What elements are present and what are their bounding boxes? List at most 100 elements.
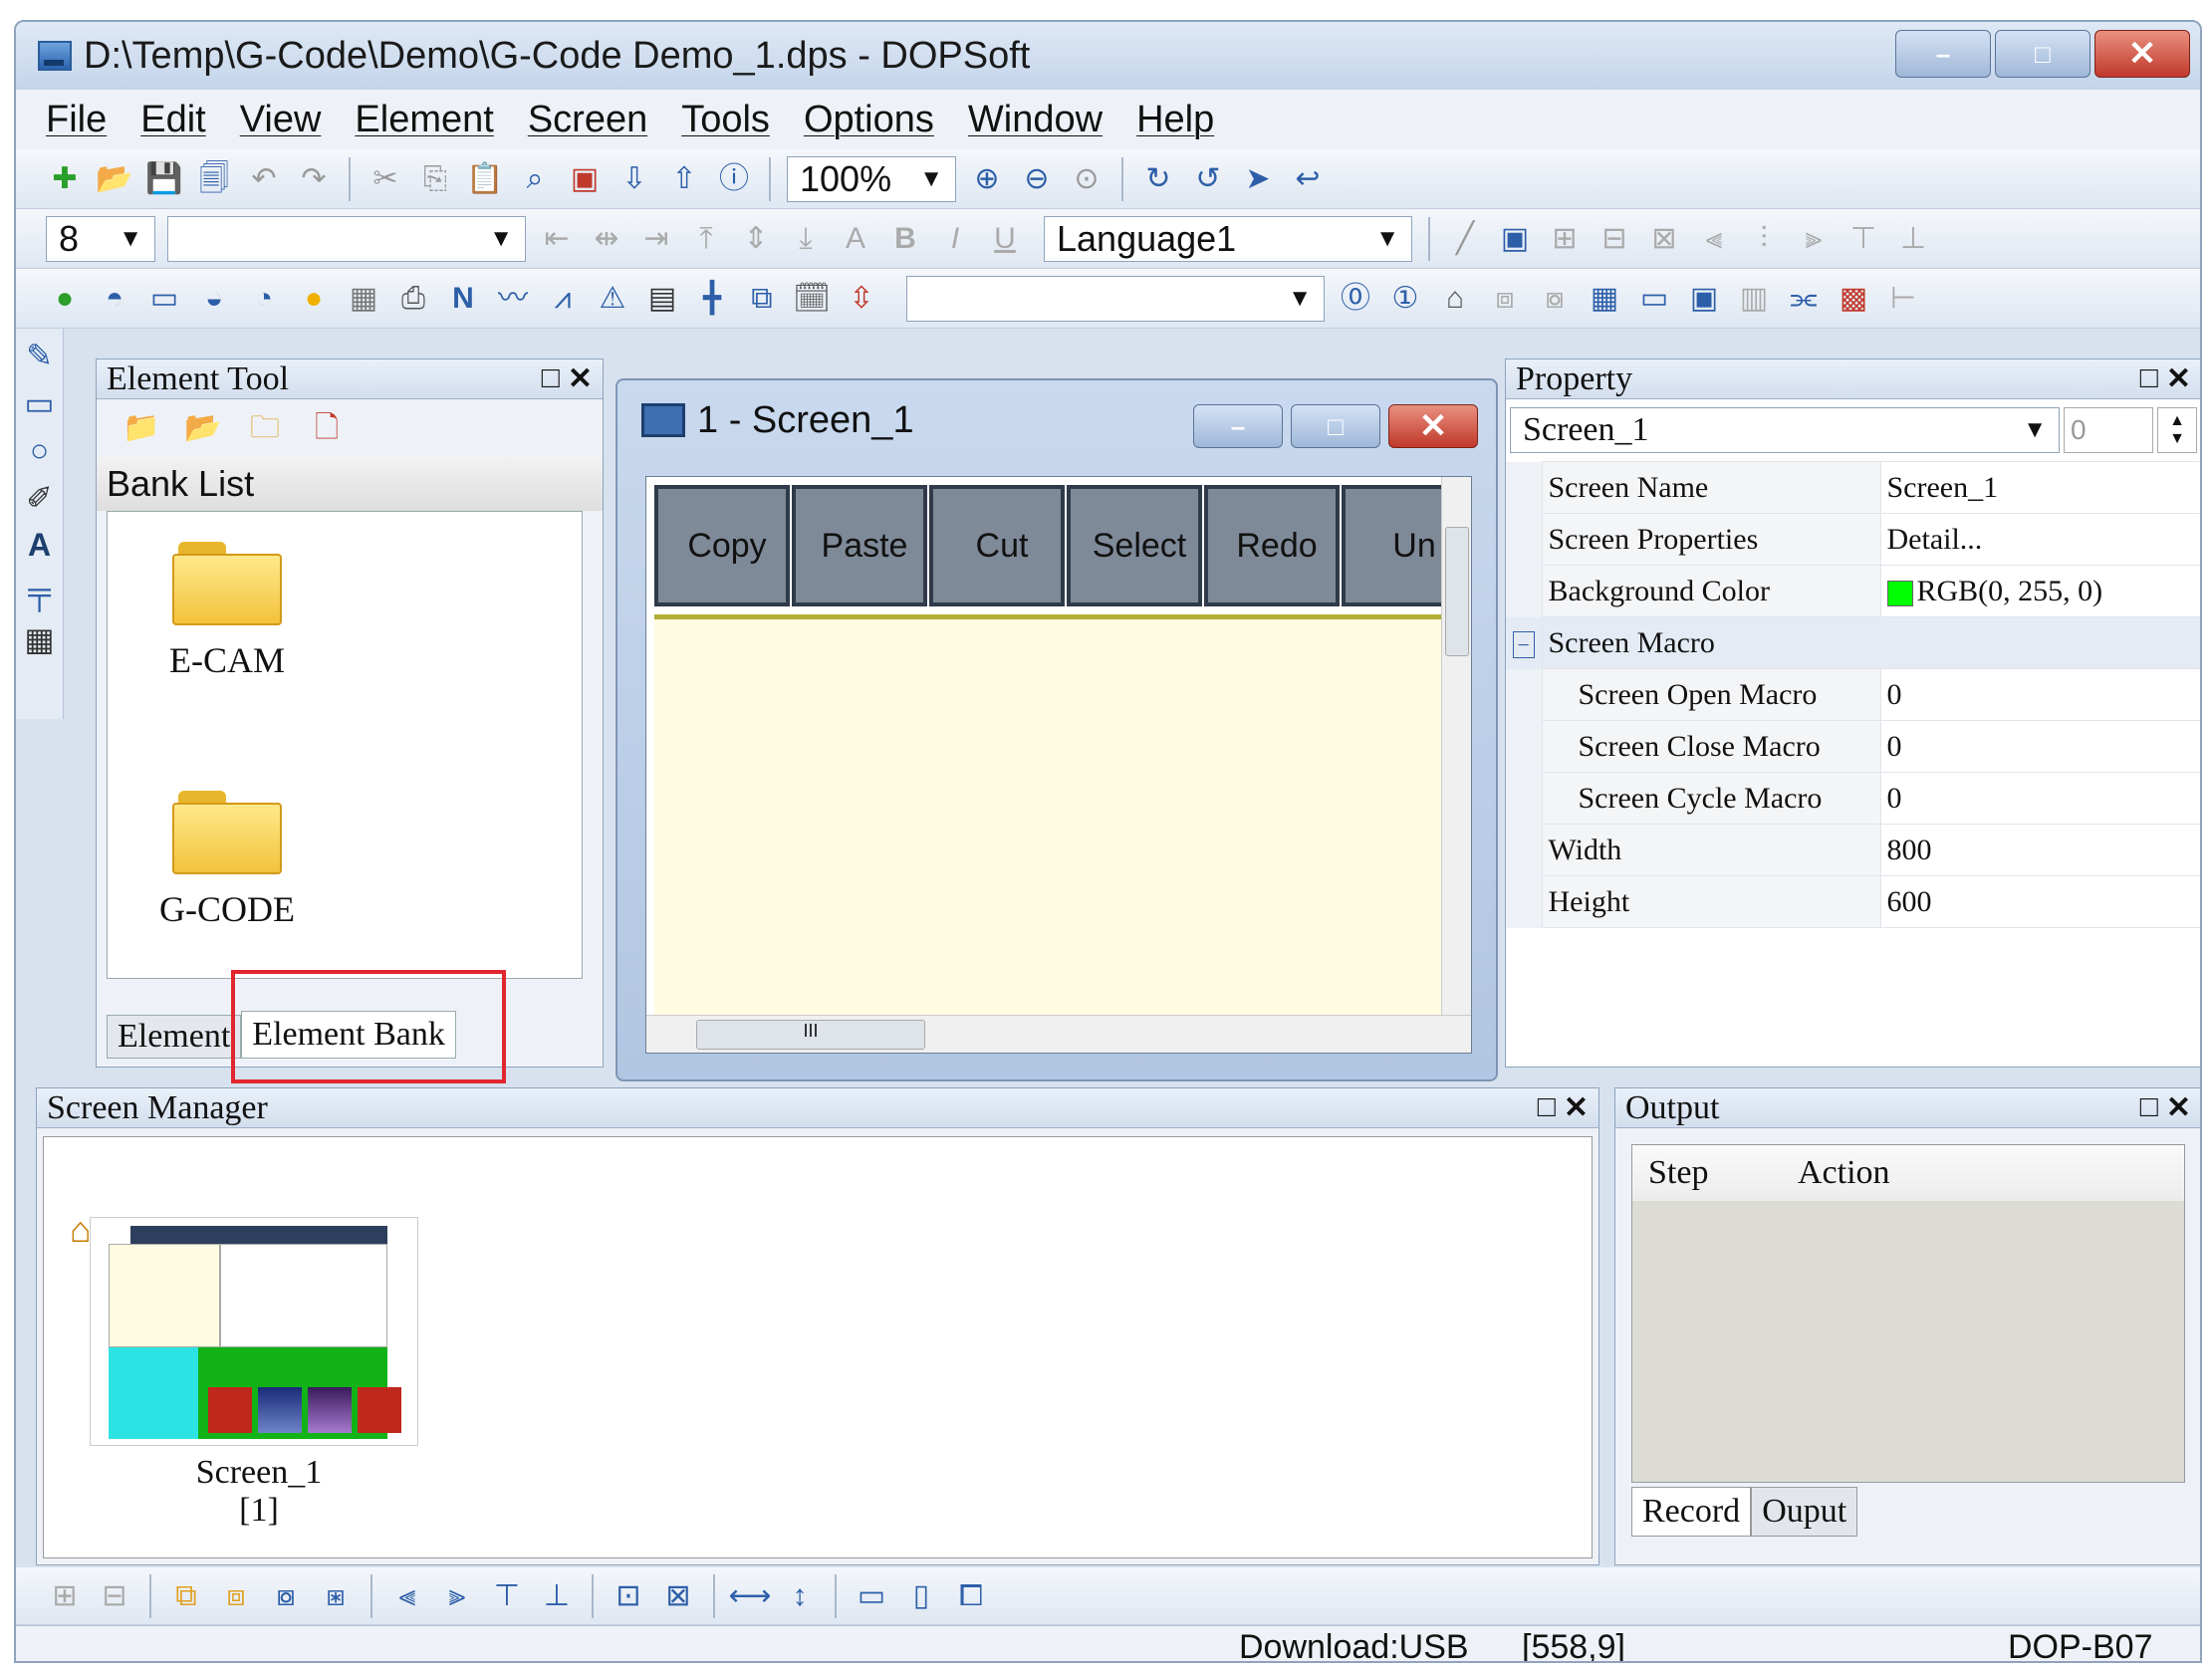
property-value[interactable]: 600 (1879, 875, 2200, 928)
pipe-element-icon[interactable]: ◒ (192, 277, 236, 321)
property-value[interactable]: Screen_1 (1879, 461, 2200, 514)
pen-icon[interactable]: ✎ (26, 337, 53, 374)
layer-icon[interactable]: ▥ (1732, 277, 1776, 321)
close-button[interactable]: ✕ (2094, 30, 2190, 78)
element-combo[interactable]: ▼ (906, 275, 1325, 322)
new-file-icon[interactable]: ✚ (43, 157, 87, 201)
property-value[interactable]: 0 (1879, 720, 2200, 773)
property-value-color[interactable]: RGB(0, 255, 0) (1879, 565, 2200, 617)
lock-icon[interactable]: ⊠ (1642, 217, 1686, 261)
float-icon[interactable]: □ (2140, 1090, 2158, 1125)
new-bank-icon[interactable]: 📁 (120, 406, 163, 450)
rotate-cw-icon[interactable]: ↻ (1136, 157, 1180, 201)
lamp-element-icon[interactable]: ● (292, 277, 336, 321)
index-icon[interactable]: ① (1383, 277, 1427, 321)
upload-icon[interactable]: ⇧ (662, 157, 706, 201)
font-size-select[interactable]: 8 ▼ (46, 215, 155, 262)
collapse-icon[interactable]: − (1512, 630, 1535, 658)
ruler-icon[interactable]: ⊢ (1881, 277, 1925, 321)
info-icon[interactable]: ⓘ (712, 157, 756, 201)
screen-icon[interactable]: ▭ (1632, 277, 1676, 321)
align-center-icon[interactable]: ⇹ (585, 217, 628, 261)
export-bank-icon[interactable]: 🗀 (243, 406, 287, 450)
order-icon[interactable]: ⓪ (1334, 277, 1377, 321)
menu-edit[interactable]: Edit (140, 99, 205, 141)
align-objects-top-icon[interactable]: ⊤ (1842, 217, 1885, 261)
import-bank-icon[interactable]: 📂 (181, 406, 225, 450)
bold-icon[interactable]: B (883, 217, 927, 261)
bar-element-icon[interactable]: ▭ (142, 277, 186, 321)
tile-icon[interactable]: ⊞ (43, 1574, 87, 1618)
zoom-select[interactable]: 100% ▼ (787, 155, 956, 202)
align-middle-icon[interactable]: ⇕ (734, 217, 778, 261)
screen-close-button[interactable]: ✕ (1388, 404, 1478, 448)
ungroup-icon[interactable]: ⊟ (1593, 217, 1636, 261)
calendar-icon[interactable]: ▦ (1583, 277, 1626, 321)
screen-thumbnail[interactable] (90, 1217, 418, 1446)
float-icon[interactable]: □ (1538, 1090, 1556, 1125)
copy-icon[interactable]: ⎘ (413, 157, 457, 201)
float-icon[interactable]: □ (542, 361, 560, 396)
line-tool-icon[interactable]: ╱ (1443, 217, 1487, 261)
menu-options[interactable]: Options (804, 99, 934, 141)
hmi-select-button[interactable]: Select (1067, 485, 1202, 606)
align-left-objects-icon[interactable]: ⫷ (385, 1574, 429, 1618)
select-mode-icon[interactable]: ▣ (1493, 217, 1537, 261)
trend-element-icon[interactable]: 〰 (491, 277, 535, 321)
compile-icon[interactable]: ▣ (563, 157, 607, 201)
folder-gcode[interactable]: G-CODE (127, 791, 327, 930)
display-icon[interactable]: ▣ (1682, 277, 1726, 321)
transfer-element-icon[interactable]: ⇳ (840, 277, 883, 321)
column-step[interactable]: Step (1632, 1154, 1782, 1192)
close-icon[interactable]: ✕ (568, 361, 593, 396)
menu-window[interactable]: Window (968, 99, 1103, 141)
tab-record[interactable]: Record (1631, 1487, 1752, 1537)
property-value[interactable]: 0 (1879, 772, 2200, 825)
meter-element-icon[interactable]: ◓ (93, 277, 136, 321)
space-vertical-icon[interactable]: ↕ (778, 1574, 822, 1618)
hmi-copy-button[interactable]: Copy (654, 485, 790, 606)
language-select[interactable]: Language1 ▼ (1044, 215, 1412, 262)
maximize-button[interactable]: □ (1995, 30, 2090, 78)
download-icon[interactable]: ⇩ (613, 157, 656, 201)
bring-front-icon[interactable]: ⧈ (1483, 277, 1527, 321)
font-name-select[interactable]: ▼ (167, 215, 526, 262)
send-back-icon[interactable]: ⧇ (1533, 277, 1577, 321)
hmi-cut-button[interactable]: Cut (929, 485, 1065, 606)
redo-icon[interactable]: ↷ (292, 157, 336, 201)
spin-button[interactable]: ▲ ▼ (2157, 407, 2197, 453)
scroll-thumb[interactable] (1445, 527, 1469, 656)
align-objects-right-icon[interactable]: ⫸ (1792, 217, 1836, 261)
align-bottom-objects-icon[interactable]: ⊥ (535, 1574, 579, 1618)
same-width-icon[interactable]: ▭ (850, 1574, 893, 1618)
align-right-icon[interactable]: ⇥ (634, 217, 678, 261)
circle-icon[interactable]: ○ (30, 432, 49, 469)
undo-icon[interactable]: ↶ (242, 157, 286, 201)
align-objects-left-icon[interactable]: ⫷ (1692, 217, 1736, 261)
save-all-icon[interactable]: 🗐 (192, 157, 236, 201)
zoom-fit-icon[interactable]: ⊙ (1065, 157, 1108, 201)
picture-element-icon[interactable]: ▦ (342, 277, 385, 321)
close-icon[interactable]: ✕ (2166, 361, 2191, 396)
font-color-icon[interactable]: A (834, 217, 877, 261)
menu-tools[interactable]: Tools (681, 99, 770, 141)
paste-icon[interactable]: 📋 (463, 157, 507, 201)
sampling-element-icon[interactable]: ⧉ (740, 277, 784, 321)
canvas-area[interactable] (654, 614, 1441, 1015)
center-horizontal-icon[interactable]: ⊡ (607, 1574, 650, 1618)
float-icon[interactable]: □ (2140, 361, 2158, 396)
italic-icon[interactable]: I (933, 217, 977, 261)
property-object-select[interactable]: Screen_1 ▼ (1510, 407, 2060, 453)
button-element-icon[interactable]: ● (43, 277, 87, 321)
menu-view[interactable]: View (240, 99, 322, 141)
text-tool-icon[interactable]: A (28, 527, 51, 564)
open-folder-icon[interactable]: 📂 (93, 157, 136, 201)
scale-icon[interactable]: ╤ (28, 574, 51, 610)
screen-minimize-button[interactable]: – (1193, 404, 1283, 448)
send-to-back-icon[interactable]: ⧆ (314, 1574, 358, 1618)
folder-ecam[interactable]: E-CAM (127, 542, 327, 681)
bring-to-front-icon[interactable]: ⧉ (164, 1574, 208, 1618)
alarm-element-icon[interactable]: ⚠ (591, 277, 634, 321)
cut-icon[interactable]: ✂ (364, 157, 407, 201)
table-icon[interactable]: ▦ (24, 620, 54, 658)
